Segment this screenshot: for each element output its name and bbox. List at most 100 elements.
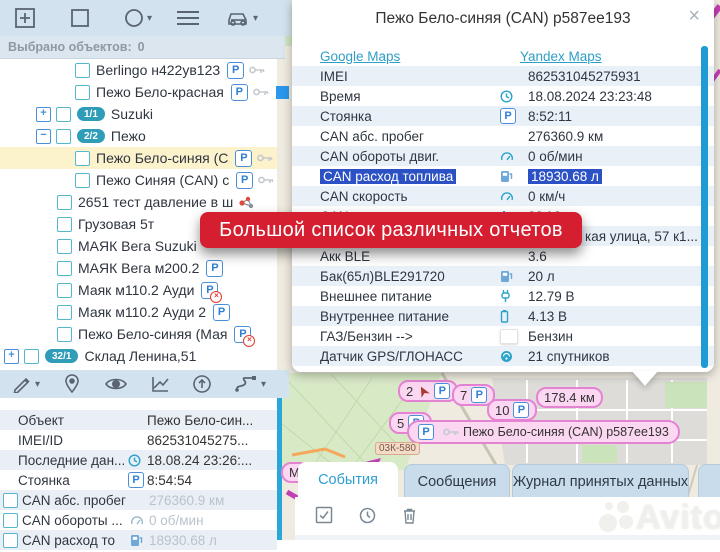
info-row-object: Объект Пежо Бело-син... — [0, 410, 277, 430]
map-vehicle-label[interactable]: P Пежо Бело-синяя (CAN) p587ee193 — [407, 420, 680, 444]
google-maps-link[interactable]: Google Maps — [320, 49, 400, 64]
row-label: Датчик GPS/ГЛОНАСС — [320, 349, 500, 364]
tab-events[interactable]: События — [298, 462, 398, 497]
collapse-icon[interactable]: − — [36, 129, 51, 144]
app-window: { "icons": { "parking": "P", "close": "×… — [0, 0, 720, 540]
checkbox[interactable] — [75, 63, 90, 78]
popup-row-gas-petrol: ГАЗ/Бензин --> Бензин — [292, 326, 714, 346]
tree-item-pezho-belo-sinyaya-maya[interactable]: Пежо Бело-синяя (Мая P× — [0, 323, 277, 345]
tree-item-mayak-m110-audi-2[interactable]: Маяк м110.2 Ауди 2 P — [0, 301, 277, 323]
tree-item-pezho-sinyaya[interactable]: Пежо Синяя (CAN) с P — [0, 169, 277, 191]
list-view-button[interactable] — [176, 3, 200, 33]
checkbox[interactable] — [57, 327, 72, 342]
select-all-checkbox-icon[interactable] — [315, 506, 333, 527]
visibility-button[interactable] — [104, 369, 128, 399]
expand-icon[interactable]: + — [36, 107, 51, 122]
expand-icon[interactable]: + — [4, 349, 19, 364]
checkbox[interactable] — [3, 493, 18, 508]
parking-icon: P — [236, 172, 253, 189]
checkbox[interactable] — [57, 305, 72, 320]
tree-item-pezho-belo-sinyaya[interactable]: Пежо Бело-синяя (С P — [0, 147, 277, 169]
chevron-down-icon[interactable]: ▾ — [253, 13, 258, 24]
parking-icon: P — [471, 387, 487, 403]
tree-group-label: Пежо — [111, 128, 146, 144]
info-label: Последние дан... — [18, 453, 128, 468]
close-icon[interactable]: × — [688, 6, 700, 26]
checkbox[interactable] — [57, 195, 72, 210]
map-marker-2[interactable]: 2 P — [398, 380, 458, 402]
fuel-icon — [130, 534, 147, 547]
checkbox[interactable] — [75, 151, 90, 166]
checkbox[interactable] — [24, 349, 39, 364]
send-command-button[interactable] — [192, 369, 212, 399]
checkbox[interactable] — [3, 533, 18, 548]
tree-item-label: Berlingo н422ув123 — [96, 62, 220, 78]
row-label-selected: CAN расход топлива — [320, 169, 456, 184]
row-label: CAN скорость — [320, 189, 500, 204]
promo-banner-text: Большой список различных отчетов — [219, 219, 563, 242]
map-marker-10[interactable]: 10 P — [487, 399, 537, 421]
select-area-button[interactable] — [70, 3, 90, 33]
checkbox[interactable] — [56, 107, 71, 122]
battery-icon — [500, 309, 520, 323]
popup-rows: Google Maps Yandex Maps IMEI 86253104527… — [292, 46, 714, 366]
tree-group-sklad-lenina[interactable]: + 32/1 Склад Ленина,51 — [0, 345, 277, 367]
checkbox[interactable] — [57, 283, 72, 298]
trash-icon[interactable] — [402, 507, 417, 527]
checkbox[interactable] — [57, 261, 72, 276]
row-label: ГАЗ/Бензин --> — [320, 329, 500, 344]
map-distance-label: 178.4 км — [536, 387, 603, 408]
tree-item-berlingo[interactable]: Berlingo н422ув123 P — [0, 59, 277, 81]
checkbox[interactable] — [57, 217, 72, 232]
checkbox[interactable] — [3, 513, 18, 528]
yandex-maps-link[interactable]: Yandex Maps — [520, 49, 602, 64]
parking-error-icon: P× — [201, 282, 218, 299]
popup-tail — [632, 371, 658, 386]
history-clock-icon[interactable] — [359, 507, 376, 527]
checkbox[interactable] — [75, 173, 90, 188]
popup-row-time: Время 18.08.2024 23:23:48 — [292, 86, 714, 106]
chevron-down-icon[interactable]: ▾ — [261, 379, 266, 390]
tree-item-pezho-belo-krasnaya[interactable]: Пежо Бело-красная P — [0, 81, 277, 103]
parking-icon: P — [128, 472, 145, 488]
add-object-button[interactable] — [14, 3, 36, 33]
row-value: 18.08.2024 23:23:48 — [528, 89, 652, 104]
track-button[interactable] — [234, 369, 258, 399]
tree-group-suzuki[interactable]: + 1/1 Suzuki — [0, 103, 277, 125]
checkbox[interactable] — [56, 129, 71, 144]
parking-icon: P — [500, 108, 520, 124]
tree-item-label: Пежо Бело-красная — [96, 84, 224, 100]
vehicle-label-text: Пежо Бело-синяя (CAN) p587ee193 — [463, 425, 669, 439]
info-label: Стоянка — [18, 473, 128, 488]
tree-group-pezho[interactable]: − 2/2 Пежо — [0, 125, 277, 147]
chart-button[interactable] — [150, 369, 170, 399]
chevron-down-icon[interactable]: ▾ — [35, 379, 40, 390]
tree-item-2651-test[interactable]: 2651 тест давление в ш — [0, 191, 277, 213]
tab-messages[interactable]: Сообщения — [404, 464, 510, 498]
error-badge: × — [210, 291, 222, 303]
group-count-badge: 2/2 — [77, 129, 105, 143]
promo-banner: Большой список различных отчетов — [200, 212, 582, 248]
row-label: Акк BLE — [320, 249, 500, 264]
checkbox[interactable] — [75, 85, 90, 100]
info-label: CAN расход то — [22, 533, 130, 548]
chevron-down-icon[interactable]: ▾ — [147, 13, 152, 24]
edit-button[interactable] — [12, 369, 32, 399]
locate-button[interactable] — [64, 369, 80, 399]
popup-row-gps-sensor: Датчик GPS/ГЛОНАСС 21 спутников — [292, 346, 714, 366]
info-value: 18930.68 л — [149, 533, 217, 548]
color-swatch — [276, 86, 289, 99]
info-value: 0 об/мин — [149, 513, 204, 528]
tree-item-mayak-m110-audi[interactable]: Маяк м110.2 Ауди P× — [0, 279, 277, 301]
sensor-icon — [238, 195, 255, 210]
vehicle-filter-button[interactable] — [226, 3, 250, 33]
checkbox[interactable] — [57, 239, 72, 254]
popup-scrollbar[interactable] — [701, 46, 708, 368]
tab-journal[interactable]: Журнал принятых данных — [512, 464, 689, 498]
tab-extra[interactable] — [698, 464, 720, 498]
info-row-can-mileage: CAN абс. пробег 276360.9 км — [0, 490, 277, 510]
parking-error-icon: P× — [234, 326, 251, 343]
tree-item-mayak-vega-m200[interactable]: МАЯК Вега м200.2 P — [0, 257, 277, 279]
watermark-text: Avito — [636, 499, 720, 538]
select-circle-button[interactable] — [124, 3, 144, 33]
